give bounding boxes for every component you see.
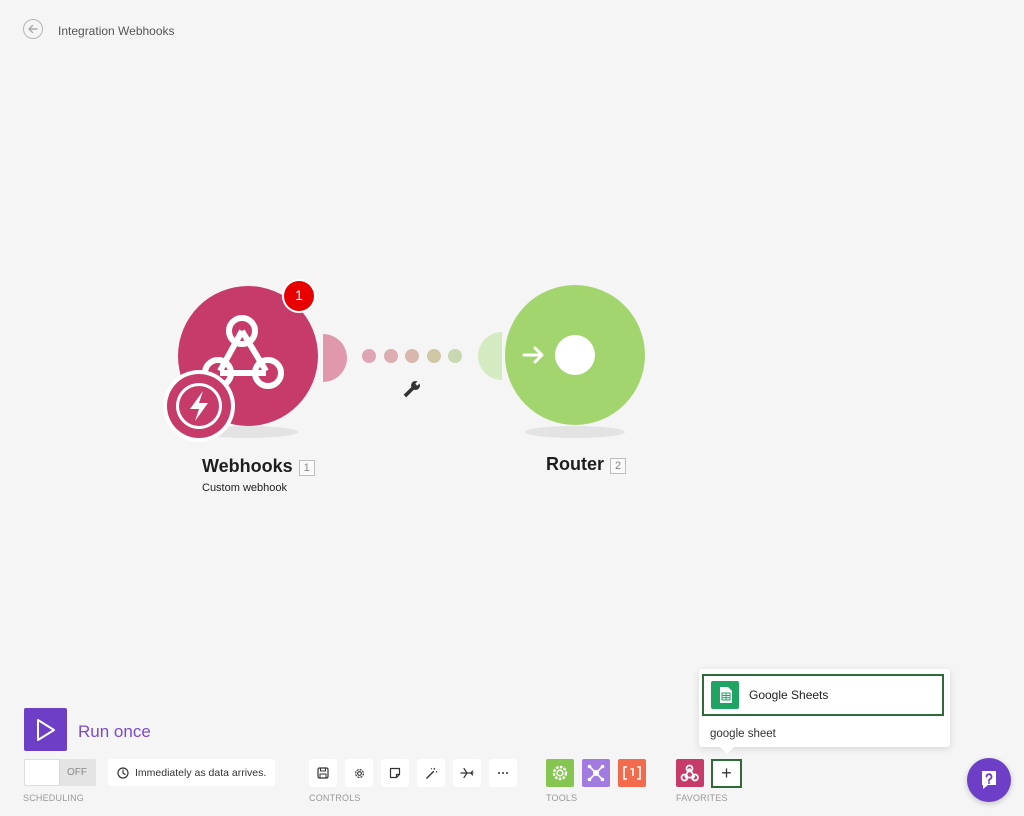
text-parser-icon <box>623 766 641 780</box>
popup-arrow <box>719 746 735 754</box>
webhooks-label-group[interactable]: Webhooks 1 <box>202 456 315 477</box>
connection-dots <box>362 349 462 363</box>
webhook-icon <box>680 764 699 782</box>
canvas-graphics <box>163 279 645 442</box>
notes-button[interactable] <box>381 759 409 787</box>
toggle-knob <box>24 759 60 786</box>
add-favorite-button[interactable]: + <box>711 759 742 788</box>
more-button[interactable] <box>489 759 517 787</box>
schedule-info-text: Immediately as data arrives. <box>135 766 267 779</box>
toggle-state: OFF <box>67 767 87 778</box>
search-result-google-sheets[interactable]: Google Sheets <box>702 674 944 716</box>
auto-align-button[interactable] <box>417 759 445 787</box>
scheduling-section-label: SCHEDULING <box>23 793 85 803</box>
run-once-button[interactable] <box>24 708 67 751</box>
notification-badge[interactable]: 1 <box>284 287 314 303</box>
router-module <box>505 285 645 425</box>
lightning-icon <box>163 370 235 442</box>
note-icon <box>389 767 401 779</box>
favorite-webhooks-button[interactable] <box>676 759 704 787</box>
tools-section-label: TOOLS <box>546 793 578 803</box>
router-input-handle <box>478 332 502 380</box>
settings-button[interactable] <box>345 759 373 787</box>
flow-control-icon <box>587 764 605 782</box>
more-icon <box>498 772 508 774</box>
module-name: Webhooks <box>202 456 293 476</box>
tools-settings-button[interactable] <box>546 759 574 787</box>
favorites-section-label: FAVORITES <box>676 793 728 803</box>
gear-icon <box>552 765 568 781</box>
favorites-search-popup: Google Sheets google sheet <box>699 669 950 747</box>
help-icon <box>982 771 996 789</box>
module-id: 1 <box>298 459 315 476</box>
text-parser-button[interactable] <box>618 759 646 787</box>
gear-icon <box>354 768 364 778</box>
save-icon <box>317 767 329 779</box>
play-icon <box>36 718 55 741</box>
search-result-label: Google Sheets <box>749 688 829 702</box>
module-name: Router <box>546 454 604 474</box>
controls-section-label: CONTROLS <box>309 793 361 803</box>
airplane-icon <box>460 767 474 779</box>
google-sheets-icon <box>711 681 739 709</box>
favorites-search-input[interactable]: google sheet <box>710 728 776 740</box>
schedule-settings[interactable]: Immediately as data arrives. <box>108 759 276 786</box>
module-id: 2 <box>610 457 626 474</box>
explain-flow-button[interactable] <box>453 759 481 787</box>
clock-icon <box>117 766 129 779</box>
magic-wand-icon <box>425 767 437 779</box>
wrench-icon <box>403 380 421 398</box>
scheduling-toggle[interactable]: OFF <box>24 759 96 786</box>
run-once-label[interactable]: Run once <box>78 722 151 742</box>
help-button[interactable] <box>967 758 1011 802</box>
save-button[interactable] <box>309 759 337 787</box>
module-subtitle: Custom webhook <box>202 482 287 494</box>
webhook-output-handle <box>323 334 347 382</box>
router-label-group[interactable]: Router 2 <box>546 454 626 475</box>
flow-control-button[interactable] <box>582 759 610 787</box>
